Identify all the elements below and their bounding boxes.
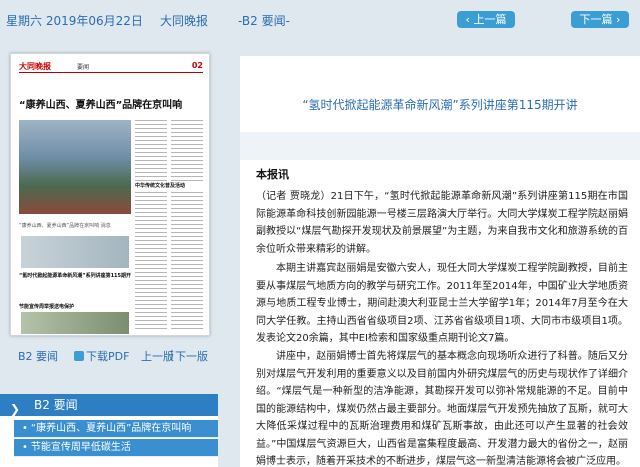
article-content: “氢时代掀起能源革命新风潮”系列讲座第115期开讲 本报讯 （记者 贾晓龙）21… xyxy=(240,56,640,467)
bullet-icon: • xyxy=(22,442,28,453)
thumbnail-subhead-1[interactable]: “氢时代掀起能源革命新风潮”系列讲座第115期开讲 xyxy=(19,272,131,279)
thumbnail-photo-3 xyxy=(21,312,129,334)
title-divider xyxy=(240,132,640,160)
thumbnail-section: 要闻 xyxy=(77,64,90,71)
next-article-label: 下一篇 xyxy=(579,13,613,26)
thumbnail-subhead-2[interactable]: 节能宣传周举报送电保护 xyxy=(19,303,131,310)
section-header-label: B2 要闻 xyxy=(34,398,78,412)
thumbnail-masthead: 大同晚报 要闻 02 xyxy=(19,61,203,73)
article-list-item-label: 节能宣传周早低碳生活 xyxy=(30,442,131,453)
thumbnail-text-column xyxy=(171,120,203,332)
newspaper-logo: 大同晚报 xyxy=(19,62,51,71)
prev-article-button[interactable]: ‹ 上一篇 xyxy=(457,11,515,28)
thumbnail-headline[interactable]: “康养山西、夏养山西”品牌在京叫响 xyxy=(19,96,203,111)
download-pdf-label: 下载PDF xyxy=(86,350,130,363)
article-paragraph: （记者 贾晓龙）21日下午，“氢时代掀起能源革命新风潮”系列讲座第115期在市国… xyxy=(256,191,628,255)
pdf-icon xyxy=(74,351,84,361)
chevron-right-icon: ❯ xyxy=(10,402,21,416)
article-paragraph: 本期主讲嘉宾赵丽娟是安徽六安人，现任大同大学煤炭工程学院副教授，目前主要从事煤层… xyxy=(256,263,628,344)
thumbnail-photo xyxy=(19,120,131,214)
article-byline: 本报讯 xyxy=(256,168,289,181)
chevron-right-icon: › xyxy=(612,13,621,26)
thumbnail-text-column xyxy=(135,120,167,332)
thumbnail-column-head: 中华传统文化普及活动 xyxy=(135,182,203,189)
article-list-item-label: “康养山西、夏养山西”品牌在京叫响 xyxy=(30,423,192,434)
section-header[interactable]: ❯ B2 要闻 xyxy=(0,394,218,416)
issue-date: 星期六 2019年06月22日 xyxy=(6,14,143,28)
top-bar: 星期六 2019年06月22日 大同晚报 -B2 要闻- ‹ 上一篇 下一篇 › xyxy=(0,0,640,40)
paper-name: 大同晚报 xyxy=(160,14,209,28)
next-page-link[interactable]: 下一版 xyxy=(175,348,208,364)
thumbnail-photo-caption: “康养山西、夏养山西”品牌在京叫响 消息 xyxy=(19,223,111,229)
current-page-link[interactable]: B2 要闻 xyxy=(18,348,58,364)
article-title: “氢时代掀起能源革命新风潮”系列讲座第115期开讲 xyxy=(302,98,578,112)
thumbnail-page-number: 02 xyxy=(191,61,203,70)
page-thumbnail[interactable]: 大同晚报 要闻 02 “康养山西、夏养山西”品牌在京叫响 “康养山西、夏养山西”… xyxy=(10,53,210,336)
thumbnail-links: B2 要闻 下载PDF 上一版 | 下一版 xyxy=(0,348,218,364)
thumbnail-photo-2 xyxy=(21,236,129,268)
article-list-item[interactable]: • “康养山西、夏养山西”品牌在京叫响 xyxy=(14,420,218,438)
page-link-separator: | xyxy=(170,348,174,361)
next-article-button[interactable]: 下一篇 › xyxy=(571,11,629,28)
download-pdf-link[interactable]: 下载PDF xyxy=(74,348,129,364)
bullet-icon: • xyxy=(22,423,28,434)
article-list-item[interactable]: • 节能宣传周早低碳生活 xyxy=(14,439,218,457)
article-list-sidebar: ❯ B2 要闻 • “康养山西、夏养山西”品牌在京叫响 • 节能宣传周早低碳生活 xyxy=(0,394,218,467)
prev-article-label: 上一篇 xyxy=(473,13,507,26)
article-paragraph: 讲座中，赵丽娟博士首先将煤层气的基本概念向现场听众进行了科普。随后又分别对煤层气… xyxy=(256,351,628,467)
page-thumbnail-panel: 大同晚报 要闻 02 “康养山西、夏养山西”品牌在京叫响 “康养山西、夏养山西”… xyxy=(0,48,218,368)
page-label: -B2 要闻- xyxy=(238,14,290,28)
